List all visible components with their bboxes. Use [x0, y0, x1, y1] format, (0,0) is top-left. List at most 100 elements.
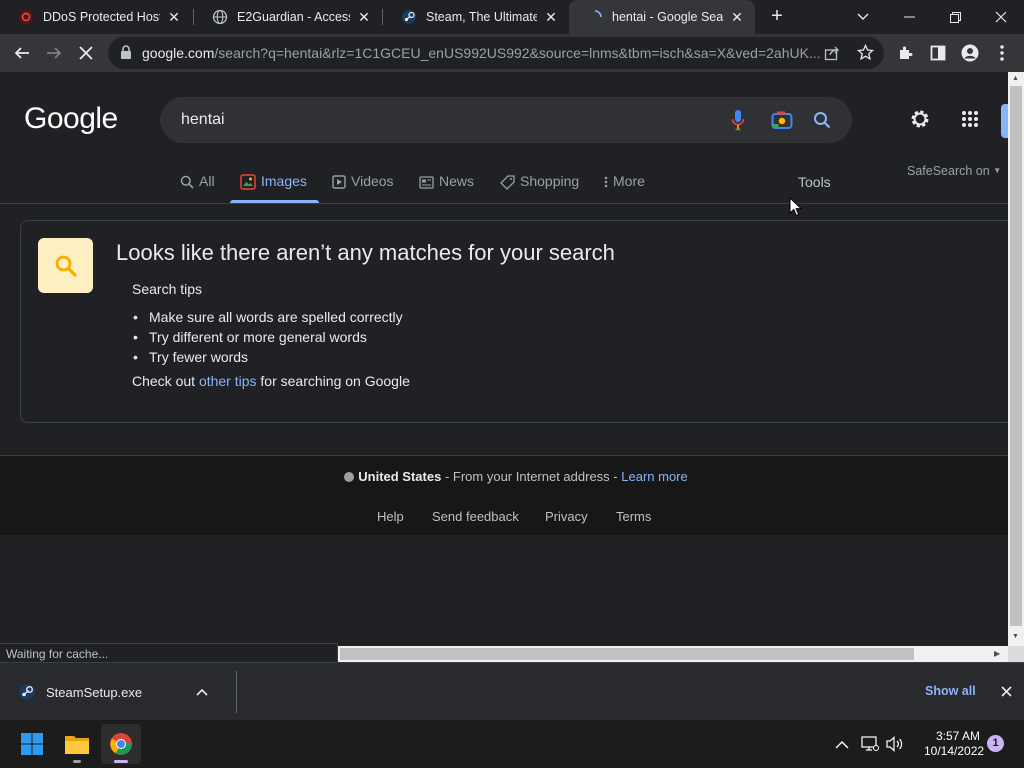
scrollbar-thumb[interactable]	[1010, 86, 1022, 626]
tab-google-search[interactable]: hentai - Google Search ✕	[569, 0, 755, 34]
extensions-button[interactable]	[892, 39, 920, 67]
tab-all[interactable]: All	[180, 167, 215, 203]
tab-label: All	[199, 173, 215, 189]
forward-button[interactable]	[40, 39, 68, 67]
caret-down-icon: ▼	[993, 166, 1002, 175]
learn-more-link[interactable]: Learn more	[621, 469, 687, 484]
tab-label: More	[613, 173, 645, 189]
tab-e2guardian[interactable]: E2Guardian - Access Denied ✕	[194, 0, 382, 34]
tab-title: hentai - Google Search	[612, 10, 723, 24]
google-results-page: Google hentai All Images Videos News Sho…	[0, 72, 1008, 643]
search-type-tabs: All Images Videos News Shopping More	[0, 167, 1008, 203]
menu-button[interactable]	[988, 39, 1016, 67]
gear-icon[interactable]	[907, 106, 933, 132]
tab-label: Shopping	[520, 173, 580, 189]
scroll-down-arrow-icon[interactable]: ▼	[1012, 633, 1019, 640]
scroll-up-arrow-icon[interactable]: ▲	[1012, 75, 1019, 82]
help-link[interactable]: Help	[377, 509, 404, 524]
minimize-button[interactable]	[886, 0, 932, 34]
side-panel-button[interactable]	[924, 39, 952, 67]
show-all-downloads-button[interactable]: Show all	[925, 684, 976, 698]
lock-icon[interactable]	[120, 45, 132, 65]
profile-button[interactable]	[956, 39, 984, 67]
tab-ddos-protected-hosting[interactable]: DDoS Protected Hosting ✕	[0, 0, 192, 34]
stop-loading-button[interactable]	[72, 39, 100, 67]
more-vert-icon	[604, 173, 608, 191]
chevron-up-icon[interactable]	[832, 734, 852, 754]
chrome-taskbar-button[interactable]	[101, 724, 141, 764]
steam-icon	[18, 683, 36, 701]
minimize-icon	[903, 16, 915, 18]
close-download-shelf-button[interactable]	[996, 681, 1016, 701]
star-icon[interactable]	[856, 43, 875, 66]
google-logo[interactable]: Google	[24, 102, 118, 136]
tab-steam[interactable]: Steam, The Ultimate Online Game Platform…	[383, 0, 569, 34]
terms-link[interactable]: Terms	[616, 509, 651, 524]
list-item: Try different or more general words	[132, 327, 403, 347]
tab-label: Images	[261, 173, 307, 189]
active-indicator	[114, 760, 128, 763]
sign-in-button[interactable]	[1001, 104, 1008, 138]
close-window-button[interactable]	[978, 0, 1024, 34]
vertical-scrollbar[interactable]: ▲ ▼	[1008, 72, 1024, 646]
close-icon[interactable]: ✕	[729, 9, 745, 25]
address-bar[interactable]: google.com/search?q=hentai&rlz=1C1GCEU_e…	[108, 37, 884, 69]
search-box[interactable]: hentai	[160, 97, 852, 143]
url-host: google.com	[142, 45, 215, 61]
chrome-icon	[110, 733, 132, 755]
location-suffix: - From your Internet address -	[444, 469, 618, 484]
close-icon[interactable]: ✕	[543, 9, 559, 25]
windows-taskbar: 3:57 AM 10/14/2022 1	[0, 720, 1024, 768]
url-text[interactable]: google.com/search?q=hentai&rlz=1C1GCEU_e…	[142, 45, 822, 61]
scroll-right-arrow-icon[interactable]: ▶	[994, 649, 1000, 658]
chevron-down-icon	[857, 13, 869, 20]
share-icon[interactable]	[824, 45, 840, 66]
tools-button[interactable]: Tools	[798, 174, 831, 190]
back-button[interactable]	[8, 39, 36, 67]
camera-icon[interactable]	[770, 108, 794, 132]
browser-toolbar: google.com/search?q=hentai&rlz=1C1GCEU_e…	[0, 34, 1024, 72]
privacy-link[interactable]: Privacy	[545, 509, 588, 524]
horizontal-scrollbar[interactable]: ▶	[338, 646, 1008, 662]
search-icon	[180, 173, 194, 191]
chevron-up-icon[interactable]	[196, 688, 208, 696]
checkout-prefix: Check out	[132, 373, 196, 389]
no-results-card: Looks like there aren’t any matches for …	[20, 220, 1008, 423]
close-icon[interactable]: ✕	[356, 9, 372, 25]
apps-grid-icon[interactable]	[957, 106, 983, 132]
restore-button[interactable]	[932, 0, 978, 34]
tab-shopping[interactable]: Shopping	[500, 167, 579, 203]
divider	[236, 671, 237, 713]
tab-news[interactable]: News	[419, 167, 474, 203]
send-feedback-link[interactable]: Send feedback	[432, 509, 519, 524]
start-button[interactable]	[12, 724, 52, 764]
arrow-right-icon	[47, 47, 62, 59]
close-icon[interactable]: ✕	[166, 9, 182, 25]
search-input[interactable]: hentai	[181, 111, 225, 129]
notification-badge[interactable]: 1	[987, 735, 1004, 752]
tab-videos[interactable]: Videos	[332, 167, 394, 203]
globe-icon	[212, 9, 228, 25]
safesearch-dropdown[interactable]: SafeSearch on ▼	[907, 164, 1001, 178]
scrollbar-thumb[interactable]	[340, 648, 914, 660]
other-tips-line: Check out other tips for searching on Go…	[132, 373, 410, 389]
tab-more[interactable]: More	[604, 167, 645, 203]
clock[interactable]: 3:57 AM 10/14/2022	[924, 729, 984, 759]
tab-images[interactable]: Images	[240, 167, 307, 203]
microphone-icon[interactable]	[726, 108, 750, 132]
close-icon	[1000, 685, 1012, 697]
browser-tab-strip: DDoS Protected Hosting ✕ E2Guardian - Ac…	[0, 0, 1024, 34]
search-icon[interactable]	[810, 108, 834, 132]
volume-icon[interactable]	[885, 734, 905, 754]
tab-search-button[interactable]	[840, 0, 886, 34]
file-explorer-button[interactable]	[57, 724, 97, 764]
arrow-left-icon	[14, 47, 29, 59]
download-item[interactable]: SteamSetup.exe	[12, 673, 234, 711]
scrollbar-corner	[1008, 646, 1024, 662]
network-icon[interactable]	[860, 734, 880, 754]
location-line: United States - From your Internet addre…	[0, 469, 1008, 484]
search-tips-list: Make sure all words are spelled correctl…	[132, 307, 403, 367]
other-tips-link[interactable]: other tips	[199, 373, 257, 389]
new-tab-button[interactable]: +	[764, 5, 790, 29]
download-filename: SteamSetup.exe	[46, 684, 143, 700]
